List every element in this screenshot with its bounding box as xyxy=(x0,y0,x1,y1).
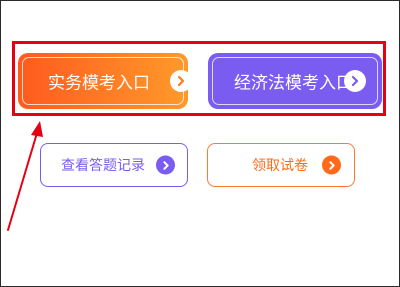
red-highlight-box xyxy=(12,41,386,116)
chevron-right-icon xyxy=(322,155,341,175)
get-exam-paper-label: 领取试卷 xyxy=(252,158,308,174)
view-answer-records-label: 查看答题记录 xyxy=(61,158,145,174)
chevron-right-icon xyxy=(156,155,175,175)
view-answer-records-button[interactable]: 查看答题记录 xyxy=(40,143,188,187)
get-exam-paper-button[interactable]: 领取试卷 xyxy=(207,143,355,187)
